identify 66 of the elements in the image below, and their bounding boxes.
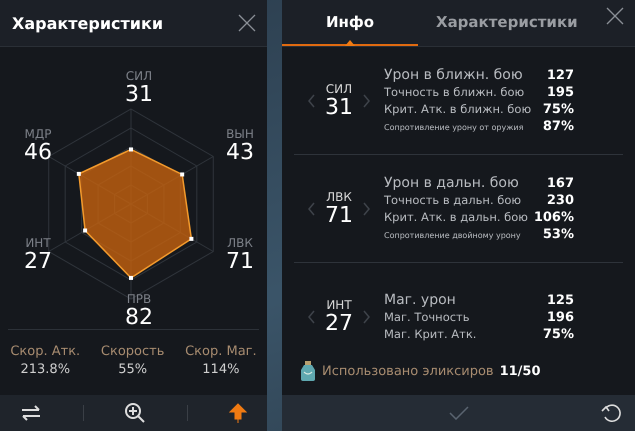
attribute-value: 127 bbox=[546, 68, 574, 83]
attribute-value: 230 bbox=[546, 193, 574, 208]
stat-label: ИНТ bbox=[25, 236, 51, 250]
stat-label: ПРВ bbox=[126, 292, 152, 306]
chevron-right-icon[interactable] bbox=[363, 94, 370, 108]
checkmark-icon[interactable] bbox=[448, 406, 468, 420]
attribute-label: Точность в ближн. бою bbox=[384, 85, 524, 99]
attribute-label: Сопротивление урону от оружия bbox=[384, 123, 524, 132]
refresh-icon[interactable] bbox=[601, 402, 623, 424]
chevron-left-icon[interactable] bbox=[308, 94, 315, 108]
stat-label: ЛВК bbox=[326, 190, 352, 204]
tab[interactable]: Характеристики bbox=[418, 0, 596, 46]
stat-value: 82 bbox=[125, 306, 153, 330]
attribute-label: Сопротивление двойному урону bbox=[384, 231, 521, 240]
close-icon[interactable] bbox=[237, 13, 257, 33]
stat-label: СИЛ bbox=[326, 82, 352, 96]
chevron-left-icon[interactable] bbox=[308, 310, 315, 324]
attribute-value: 87% bbox=[542, 119, 574, 134]
stat-value: 71 bbox=[325, 204, 353, 228]
attribute-label: Урон в ближн. бою bbox=[384, 67, 523, 83]
speed-value: 55% bbox=[118, 362, 148, 377]
tab[interactable]: Инфо bbox=[282, 0, 418, 46]
stat-value: 27 bbox=[24, 250, 52, 274]
attribute-value: 195 bbox=[546, 85, 574, 100]
stat-label: МДР bbox=[24, 127, 52, 141]
caret-icon bbox=[345, 40, 355, 46]
panel-title: Характеристики bbox=[12, 14, 164, 32]
potion-bottle-icon bbox=[300, 360, 316, 382]
stat-value: 27 bbox=[325, 312, 353, 336]
stat-value: 46 bbox=[24, 141, 52, 165]
attribute-label: Крит. Атк. в ближн. бою bbox=[384, 102, 532, 116]
stat-label: ИНТ bbox=[326, 298, 352, 312]
close-icon[interactable] bbox=[605, 6, 625, 26]
attribute-label: Маг. урон bbox=[384, 292, 456, 308]
attribute-value: 75% bbox=[542, 326, 574, 342]
elixir-label: Использовано эликсиров bbox=[322, 364, 494, 378]
stat-value: 43 bbox=[226, 141, 254, 165]
chevron-left-icon[interactable] bbox=[308, 202, 315, 216]
chevron-right-icon[interactable] bbox=[363, 310, 370, 324]
stat-value: 31 bbox=[125, 83, 153, 107]
speed-value: 213.8% bbox=[20, 362, 70, 377]
attribute-label: Точность в дальн. бою bbox=[384, 193, 522, 207]
upgrade-arrow-icon[interactable] bbox=[228, 403, 247, 423]
stat-label: ВЫН bbox=[226, 127, 254, 141]
speed-label: Скор. Атк. bbox=[10, 344, 80, 359]
stat-value: 31 bbox=[325, 96, 353, 120]
zoom-icon[interactable] bbox=[124, 402, 146, 424]
stat-label: ЛВК bbox=[227, 236, 253, 250]
swap-icon[interactable] bbox=[20, 405, 42, 421]
attribute-value: 125 bbox=[546, 292, 574, 308]
elixir-count: 11/50 bbox=[500, 364, 541, 378]
speed-value: 114% bbox=[202, 362, 240, 377]
attribute-value: 196 bbox=[546, 310, 574, 324]
stat-label: СИЛ bbox=[126, 69, 152, 83]
attribute-value: 75% bbox=[542, 102, 574, 117]
attribute-label: Маг. Крит. Атк. bbox=[384, 326, 476, 340]
stat-value: 71 bbox=[226, 250, 254, 274]
speed-label: Скор. Маг. bbox=[185, 344, 257, 359]
attribute-label: Урон в дальн. бою bbox=[384, 175, 519, 191]
speed-label: Скорость bbox=[100, 344, 164, 359]
chevron-right-icon[interactable] bbox=[363, 202, 370, 216]
attribute-label: Маг. Точность bbox=[384, 310, 470, 324]
attribute-value: 167 bbox=[546, 176, 574, 191]
attribute-value: 53% bbox=[542, 227, 574, 242]
attribute-label: Крит. Атк. в дальн. бою bbox=[384, 210, 528, 224]
attribute-value: 106% bbox=[534, 210, 574, 225]
